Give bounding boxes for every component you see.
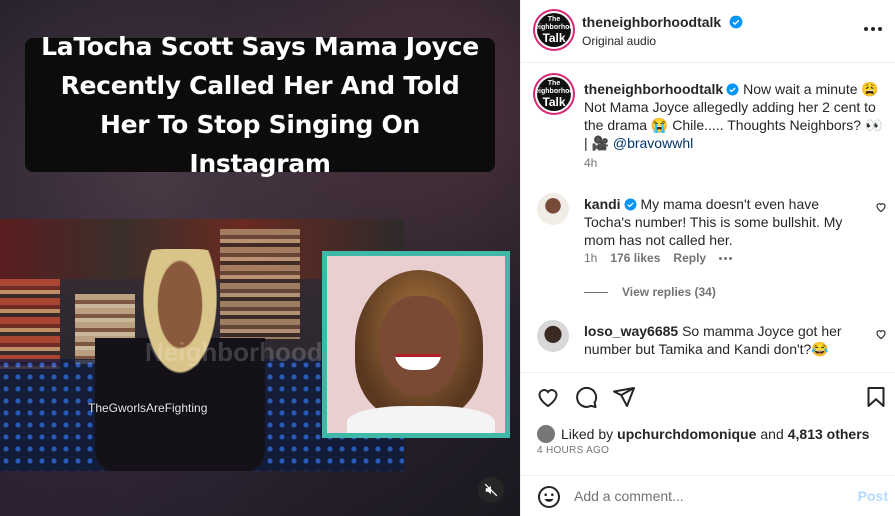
audio-link[interactable]: Original audio xyxy=(582,34,656,48)
post-header: The Neighborhood Talk theneighborhoodtal… xyxy=(521,0,895,63)
view-replies-button[interactable]: View replies (34) xyxy=(584,285,716,299)
comment-heart-icon[interactable] xyxy=(875,328,887,340)
commenter-avatar[interactable] xyxy=(537,193,569,225)
comment-likes[interactable]: 176 likes xyxy=(610,251,660,265)
post-comment-button[interactable]: Post xyxy=(858,488,888,504)
liker-username[interactable]: upchurchdomonique xyxy=(617,426,756,442)
video-watermark: TheGworlsAreFighting xyxy=(88,401,208,415)
comment-icon[interactable] xyxy=(574,385,598,409)
caption-timestamp[interactable]: 4h xyxy=(584,156,597,170)
reply-button[interactable]: Reply xyxy=(673,251,706,265)
post-timestamp[interactable]: 4 HOURS AGO xyxy=(537,445,609,456)
comment-options-icon[interactable] xyxy=(719,256,733,260)
mute-icon xyxy=(484,483,498,497)
mute-button[interactable] xyxy=(478,477,504,503)
comment-timestamp[interactable]: 1h xyxy=(584,251,597,265)
author-username[interactable]: theneighborhoodtalk xyxy=(582,14,721,30)
caption-username[interactable]: theneighborhoodtalk xyxy=(584,81,723,97)
heart-icon[interactable] xyxy=(536,385,560,409)
headline-text: LaTocha Scott Says Mama Joyce Recently C… xyxy=(41,32,479,178)
comment-heart-icon[interactable] xyxy=(875,201,887,213)
post-media[interactable]: LaTocha Scott Says Mama Joyce Recently C… xyxy=(0,0,520,516)
verified-badge-icon xyxy=(729,15,743,29)
likes-others-link[interactable]: 4,813 others xyxy=(788,426,870,442)
commenter-username[interactable]: loso_way6685 xyxy=(584,323,678,339)
verified-badge-icon xyxy=(624,198,637,211)
commenter-avatar[interactable] xyxy=(537,320,569,352)
liker-avatar[interactable] xyxy=(537,425,555,443)
more-options-icon[interactable] xyxy=(864,22,884,36)
headline-banner: LaTocha Scott Says Mama Joyce Recently C… xyxy=(25,32,495,178)
comment-input[interactable] xyxy=(574,486,834,506)
inset-portrait xyxy=(322,251,510,438)
emoji-icon[interactable] xyxy=(537,485,561,509)
post-actions: Liked by upchurchdomonique and 4,813 oth… xyxy=(521,372,895,516)
add-comment-bar: Post xyxy=(521,475,895,516)
author-avatar[interactable]: The Neighborhood Talk xyxy=(537,77,571,111)
caption-mention[interactable]: @bravowwhl xyxy=(613,135,693,151)
commenter-username[interactable]: kandi xyxy=(584,196,621,212)
author-avatar[interactable]: The Neighborhood Talk xyxy=(537,13,571,47)
bookshelf-image xyxy=(0,279,60,369)
likes-summary: Liked by upchurchdomonique and 4,813 oth… xyxy=(537,425,869,443)
share-icon[interactable] xyxy=(612,385,636,409)
post-panel: The Neighborhood Talk theneighborhoodtal… xyxy=(520,0,895,516)
bookmark-icon[interactable] xyxy=(864,385,888,409)
verified-badge-icon xyxy=(726,83,739,96)
